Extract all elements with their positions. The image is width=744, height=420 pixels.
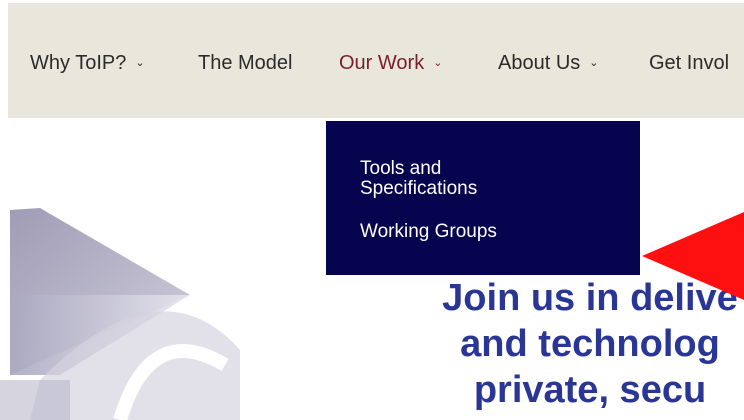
- dropdown-item-working-groups[interactable]: Working Groups: [360, 222, 497, 242]
- chevron-down-icon: ⌄: [135, 57, 145, 69]
- nav-item-label: About Us: [498, 52, 581, 74]
- dropdown-item-label: Working Groups: [360, 221, 497, 242]
- nav-item-label: Our Work: [339, 52, 425, 74]
- nav-item-why-toip[interactable]: Why ToIP? ⌄: [30, 51, 145, 75]
- our-work-dropdown-menu: Tools and Specifications Working Groups: [326, 121, 640, 275]
- nav-item-label: Get Invol: [649, 52, 730, 74]
- top-navigation: Why ToIP? ⌄ The Model Our Work ⌄ About Us ⌄…: [8, 3, 744, 118]
- hero-illustration: [0, 208, 240, 420]
- nav-item-label: The Model: [198, 52, 293, 74]
- nav-item-our-work[interactable]: Our Work ⌄: [339, 51, 442, 75]
- nav-item-the-model[interactable]: The Model: [198, 51, 293, 75]
- hero-heading-line1: Join us in delive: [442, 277, 738, 319]
- chevron-down-icon: ⌄: [589, 57, 599, 69]
- hero-heading: Join us in delive and technolog private,…: [380, 275, 744, 413]
- nav-item-about-us[interactable]: About Us ⌄: [498, 51, 598, 75]
- nav-item-label: Why ToIP?: [30, 52, 127, 74]
- dropdown-item-label-line1: Tools and: [360, 158, 442, 179]
- dropdown-item-tools-and-specifications[interactable]: Tools and Specifications: [360, 159, 477, 199]
- chevron-down-icon: ⌄: [433, 57, 443, 69]
- hero-heading-line2: and technolog: [460, 323, 720, 365]
- dropdown-item-label-line2: Specifications: [360, 178, 478, 199]
- nav-item-get-involved[interactable]: Get Invol: [649, 51, 729, 75]
- hero-heading-line3: private, secu: [473, 369, 707, 411]
